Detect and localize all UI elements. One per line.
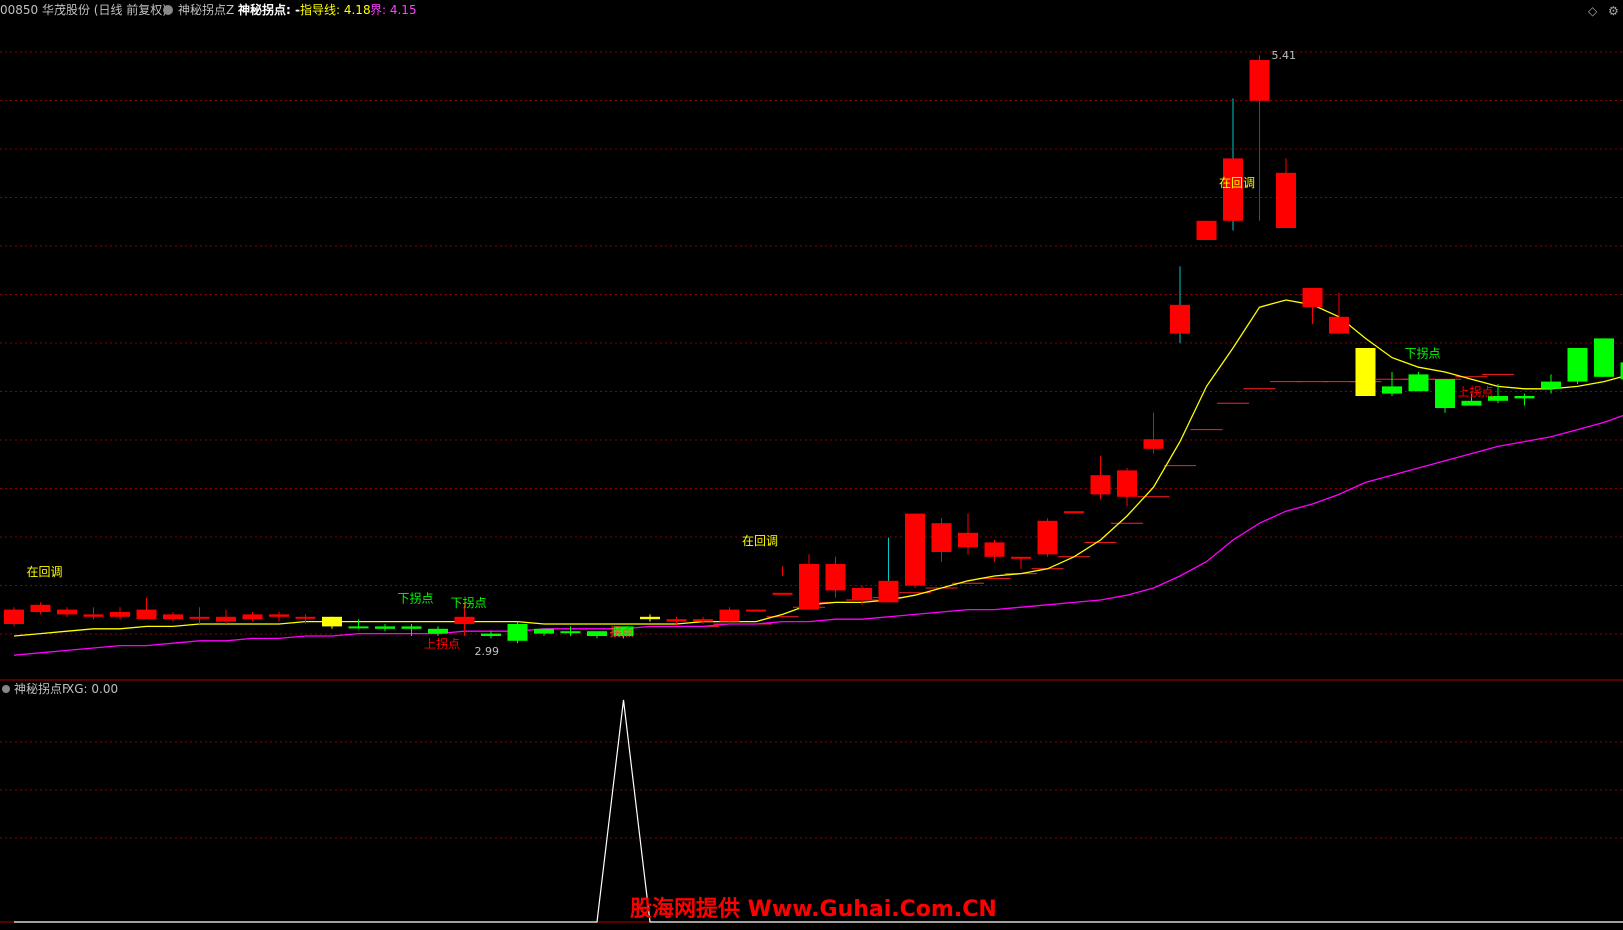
candle-body xyxy=(1568,348,1588,382)
candle-body xyxy=(190,617,210,619)
candle-body xyxy=(4,610,24,624)
candle-body xyxy=(1409,374,1429,391)
candle-body xyxy=(1462,401,1482,406)
candle-body xyxy=(826,564,846,590)
sub-grid xyxy=(0,742,1623,838)
candle-body xyxy=(958,533,978,547)
candle-body xyxy=(561,631,581,633)
candle-body xyxy=(296,617,316,619)
candle-body xyxy=(1329,317,1349,334)
candle-body xyxy=(57,610,77,615)
candle-body xyxy=(216,617,236,622)
candle-body xyxy=(773,593,793,595)
sub-chart xyxy=(14,700,1623,922)
candle-body xyxy=(667,619,687,621)
candle-body xyxy=(1091,475,1111,494)
annotation-label: 在回调 xyxy=(742,534,778,548)
candle-body xyxy=(879,581,899,603)
watermark: 股海网提供 Www.Guhai.Com.CN xyxy=(630,896,997,922)
guide-line-label: 指导线: 4.18 xyxy=(300,2,371,17)
candle-body xyxy=(1303,288,1323,307)
annotation-label: 下拐点 xyxy=(1405,346,1441,361)
low-price-label: 2.99 xyxy=(475,645,500,658)
stock-chart-window: 00850 华茂股份 (日线 前复权) 神秘拐点Z 神秘拐点: - 指导线: 4… xyxy=(0,0,1623,926)
annotation-label: 上拐点 xyxy=(424,636,460,651)
candle-body xyxy=(1515,396,1535,398)
candle-body xyxy=(799,564,819,610)
main-grid xyxy=(0,52,1623,634)
candle-body xyxy=(269,614,289,616)
candle-body xyxy=(1541,382,1561,389)
xg-label: XG: 0.00 xyxy=(66,682,118,696)
stock-title: 00850 华茂股份 (日线 前复权) xyxy=(0,2,167,17)
candle-body xyxy=(1038,521,1058,555)
diamond-icon[interactable]: ◇ xyxy=(1588,4,1598,18)
candle-body xyxy=(375,626,395,628)
candle-body xyxy=(720,610,740,622)
candle-body xyxy=(508,624,528,641)
candle-body xyxy=(985,542,1005,556)
candle-body xyxy=(243,614,263,619)
candle-body xyxy=(1276,173,1296,228)
candle-body xyxy=(1170,305,1190,334)
indicator-title: 神秘拐点: - xyxy=(238,2,300,17)
candle-body xyxy=(852,588,872,600)
settings-icon[interactable] xyxy=(163,5,173,15)
settings-icon-right[interactable]: ⚙ xyxy=(1608,4,1619,18)
annotation-label: 下拐点 xyxy=(451,595,487,610)
high-price-label: 5.41 xyxy=(1272,49,1297,62)
candle-body xyxy=(455,617,475,624)
candle-body xyxy=(587,631,607,636)
annotations: 在回调下拐点下拐点上拐点拐点在回调在回调下拐点上拐点 xyxy=(27,176,1494,651)
xg-line xyxy=(14,700,1623,922)
candle-body xyxy=(1144,439,1164,449)
annotation-label: 拐点 xyxy=(610,624,634,639)
candle-body xyxy=(137,610,157,620)
sub-settings-icon[interactable] xyxy=(2,685,10,693)
candle-body xyxy=(163,614,183,619)
candle-body xyxy=(349,626,369,628)
candle-body xyxy=(110,612,130,617)
candle-body xyxy=(1435,379,1455,408)
candle-body xyxy=(1356,348,1376,396)
candle-body xyxy=(31,605,51,612)
candle-body xyxy=(1117,470,1137,496)
candle-body xyxy=(905,514,925,586)
annotation-label: 下拐点 xyxy=(398,590,434,605)
bound-line-label: 界: 4.15 xyxy=(370,3,417,17)
candle-body xyxy=(746,610,766,612)
candle-body xyxy=(1197,221,1217,240)
chart-canvas[interactable]: 00850 华茂股份 (日线 前复权) 神秘拐点Z 神秘拐点: - 指导线: 4… xyxy=(0,0,1623,926)
candle-body xyxy=(322,617,342,627)
candle-body xyxy=(1382,386,1402,393)
candle-body xyxy=(1594,338,1614,376)
candle-body xyxy=(693,619,713,621)
candle-body xyxy=(428,629,448,634)
candle-body xyxy=(1064,511,1084,513)
annotation-label: 在回调 xyxy=(27,565,63,579)
candle-body xyxy=(481,634,501,636)
candle-body xyxy=(1250,60,1270,101)
candle-body xyxy=(402,626,422,628)
candle-body xyxy=(932,523,952,552)
annotation-label: 在回调 xyxy=(1219,176,1255,190)
candle-body xyxy=(534,629,554,634)
candle-body xyxy=(84,614,104,616)
indicator-name: 神秘拐点Z xyxy=(178,2,234,17)
annotation-label: 上拐点 xyxy=(1458,384,1494,399)
candle-body xyxy=(1011,557,1031,559)
candle-body xyxy=(640,617,660,619)
sub-indicator-name: 神秘拐点F xyxy=(14,681,69,696)
